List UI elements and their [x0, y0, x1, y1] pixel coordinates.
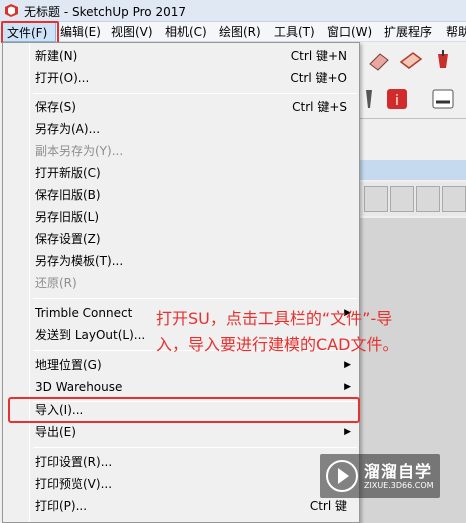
title-bar: 无标题 - SketchUp Pro 2017	[0, 0, 466, 22]
scene-view-tab[interactable]	[390, 186, 414, 212]
annotation-line-2: 入，导入要进行建模的CAD文件。	[156, 335, 399, 354]
menu-item-print[interactable]: 打印(P)... Ctrl 键	[3, 495, 359, 517]
menu-item-label: 地理位置(G)	[35, 358, 102, 372]
menu-item-save-settings[interactable]: 保存设置(Z)	[3, 228, 359, 250]
tape-tool-icon[interactable]	[398, 48, 424, 74]
menu-item-label: 另存旧版(L)	[35, 210, 100, 224]
extension-warehouse-icon[interactable]	[430, 86, 456, 112]
annotation-line-1: 打开SU，点击工具栏的“文件”-导	[156, 309, 393, 328]
menu-item-label: 打印设置(R)...	[35, 455, 113, 469]
pencil-tool-icon[interactable]	[362, 86, 376, 112]
panel-header-strip	[360, 160, 466, 180]
menu-view[interactable]: 视图(V)	[111, 22, 153, 42]
menu-item-label: 保存(S)	[35, 100, 76, 114]
menu-item-3d-warehouse[interactable]: 3D Warehouse ▶	[3, 376, 359, 398]
watermark-name: 溜溜自学	[364, 462, 433, 481]
menu-item-print-setup[interactable]: 打印设置(R)...	[3, 451, 359, 473]
import-highlight-box	[8, 397, 360, 423]
menu-extensions[interactable]: 扩展程序	[384, 22, 432, 42]
file-dropdown-menu: 新建(N) Ctrl 键+N 打开(O)... Ctrl 键+O 保存(S) C…	[2, 42, 360, 523]
menu-item-label: 打印(P)...	[35, 499, 88, 513]
menu-draw[interactable]: 绘图(R)	[219, 22, 261, 42]
menu-item-shortcut: Ctrl 键+O	[290, 71, 347, 85]
menu-item-save-older-version[interactable]: 保存旧版(B)	[3, 184, 359, 206]
menu-item-save-as[interactable]: 另存为(A)...	[3, 118, 359, 140]
watermark-url: ZIXUE.3D66.COM	[364, 481, 434, 490]
menu-item-label: 还原(R)	[35, 276, 77, 290]
sketchup-app-icon	[5, 4, 18, 17]
menu-separator	[33, 447, 357, 448]
menu-item-open-newer-version[interactable]: 打开新版(C)	[3, 162, 359, 184]
menu-item-label: 保存设置(Z)	[35, 232, 101, 246]
menu-item-shortcut: Ctrl 键	[309, 499, 347, 513]
menu-item-label: 保存旧版(B)	[35, 188, 101, 202]
menu-item-save-as-older-version[interactable]: 另存旧版(L)	[3, 206, 359, 228]
menu-item-save-copy-as: 副本另存为(Y)...	[3, 140, 359, 162]
submenu-arrow-icon: ▶	[344, 427, 351, 437]
menu-item-label: 打开(O)...	[35, 71, 90, 85]
menu-item-label: 3D Warehouse	[35, 380, 123, 394]
menu-item-label: 新建(N)	[35, 49, 78, 63]
menu-item-label: 副本另存为(Y)...	[35, 144, 124, 158]
warehouse-icon[interactable]: i	[384, 86, 410, 112]
menu-help[interactable]: 帮助	[446, 22, 466, 42]
svg-text:i: i	[395, 93, 399, 109]
scene-view-tab[interactable]	[442, 186, 466, 212]
menu-item-label: 打印预览(V)...	[35, 477, 113, 491]
menu-tools[interactable]: 工具(T)	[274, 22, 315, 42]
toolbar-row-2: i	[360, 82, 466, 116]
scene-view-tab[interactable]	[364, 186, 388, 212]
menu-item-shortcut: Ctrl 键+S	[292, 100, 347, 114]
menu-separator	[33, 93, 357, 94]
scene-view-tab[interactable]	[416, 186, 440, 212]
menu-item-label: 另存为模板(T)...	[35, 254, 124, 268]
watermark: 溜溜自学 ZIXUE.3D66.COM	[320, 454, 440, 498]
menu-item-shortcut: Ctrl 键+N	[290, 49, 347, 63]
menu-item-print-preview[interactable]: 打印预览(V)...	[3, 473, 359, 495]
menu-edit[interactable]: 编辑(E)	[60, 22, 101, 42]
menu-item-revert: 还原(R)	[3, 272, 359, 294]
submenu-arrow-icon: ▶	[344, 382, 351, 392]
menu-separator	[33, 298, 357, 299]
toolbar-row-1	[360, 46, 466, 76]
menu-item-new[interactable]: 新建(N) Ctrl 键+N	[3, 45, 359, 67]
menu-item-label: 发送到 LayOut(L)...	[35, 328, 146, 342]
menu-item-save[interactable]: 保存(S) Ctrl 键+S	[3, 96, 359, 118]
menu-window[interactable]: 窗口(W)	[327, 22, 372, 42]
menu-item-open[interactable]: 打开(O)... Ctrl 键+O	[3, 67, 359, 89]
window-title: 无标题 - SketchUp Pro 2017	[24, 5, 186, 19]
file-menu-highlight-box	[1, 21, 59, 44]
paint-bucket-icon[interactable]	[430, 48, 456, 74]
menu-item-label: Trimble Connect	[35, 306, 133, 320]
menu-camera[interactable]: 相机(C)	[165, 22, 207, 42]
play-triangle-icon	[338, 468, 349, 484]
menu-item-save-as-template[interactable]: 另存为模板(T)...	[3, 250, 359, 272]
menu-item-label: 导出(E)	[35, 425, 76, 439]
eraser-tool-icon[interactable]	[366, 48, 392, 74]
menu-item-label: 另存为(A)...	[35, 122, 101, 136]
menu-item-export[interactable]: 导出(E) ▶	[3, 421, 359, 443]
instruction-annotation: 打开SU，点击工具栏的“文件”-导 入，导入要进行建模的CAD文件。	[156, 306, 466, 358]
menu-bar: 文件(F) 编辑(E) 视图(V) 相机(C) 绘图(R) 工具(T) 窗口(W…	[0, 22, 466, 42]
scene-toolbar	[360, 182, 466, 216]
menu-item-label: 打开新版(C)	[35, 166, 101, 180]
